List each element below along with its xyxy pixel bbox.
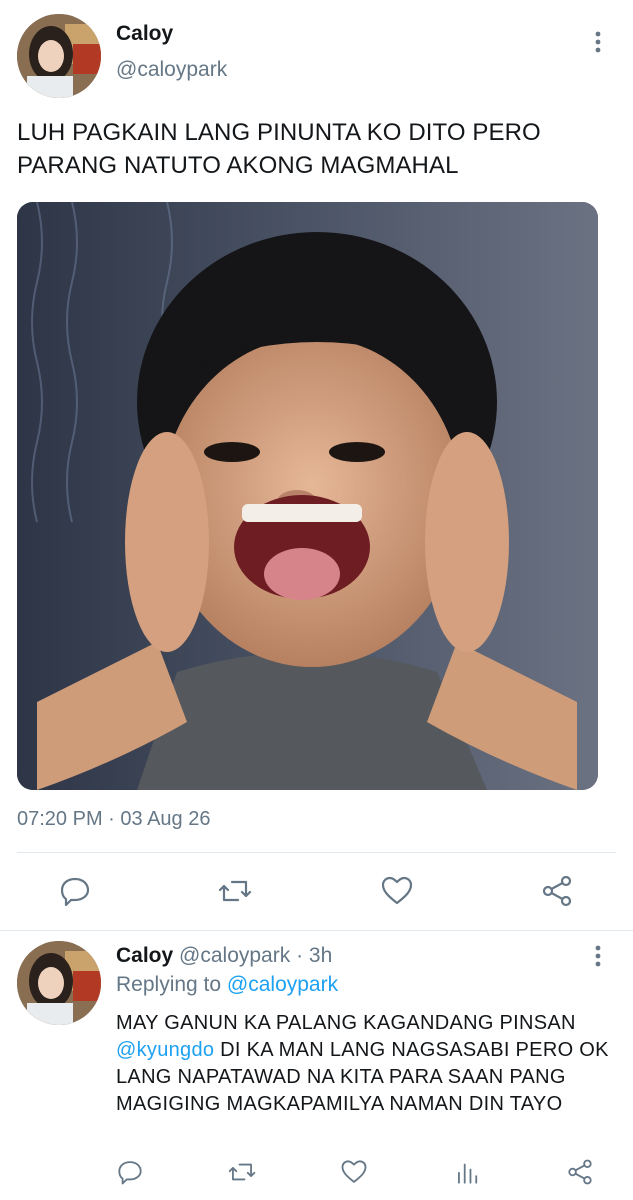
replying-to-link[interactable]: @caloypark (227, 973, 338, 996)
reply-author-avatar[interactable] (17, 941, 101, 1025)
replying-to-line: Replying to @caloypark (116, 973, 338, 997)
reply-author-handle[interactable]: @caloypark (179, 944, 290, 967)
retweet-icon[interactable] (228, 1158, 256, 1186)
separator-dot: · (290, 944, 309, 967)
avatar-photo (17, 941, 101, 1025)
retweet-icon[interactable] (218, 874, 252, 908)
tweet-media[interactable] (17, 202, 598, 790)
reply-author-name[interactable]: Caloy (116, 944, 173, 967)
tweet-timestamp: 07:20 PM · 03 Aug 26 (17, 808, 211, 830)
reply-header: Caloy @caloypark · 3h (116, 944, 332, 968)
more-options-icon[interactable] (586, 30, 610, 54)
share-icon[interactable] (540, 874, 574, 908)
tweet-text: LUH PAGKAIN LANG PINUNTA KO DITO PERO PA… (17, 119, 541, 179)
reply-icon[interactable] (116, 1158, 144, 1186)
divider (0, 930, 633, 931)
more-options-icon[interactable] (586, 944, 610, 968)
author-name[interactable]: Caloy (116, 22, 173, 46)
like-icon[interactable] (340, 1158, 368, 1186)
avatar-photo (17, 14, 101, 98)
reply-icon[interactable] (58, 874, 92, 908)
author-avatar[interactable] (17, 14, 101, 98)
share-icon[interactable] (566, 1158, 594, 1186)
mention-link[interactable]: @kyungdo (116, 1039, 214, 1061)
reply-time: 3h (308, 944, 333, 967)
divider (17, 852, 616, 853)
replying-to-label: Replying to (116, 973, 222, 996)
reply-text-part1: MAY GANUN KA PALANG KAGANDANG PINSAN (116, 1012, 576, 1034)
photo-reaction-kid-screaming (17, 202, 598, 790)
reply-text: MAY GANUN KA PALANG KAGANDANG PINSAN @ky… (116, 1010, 616, 1118)
analytics-icon[interactable] (454, 1158, 482, 1186)
like-icon[interactable] (380, 874, 414, 908)
author-handle[interactable]: @caloypark (116, 58, 227, 82)
